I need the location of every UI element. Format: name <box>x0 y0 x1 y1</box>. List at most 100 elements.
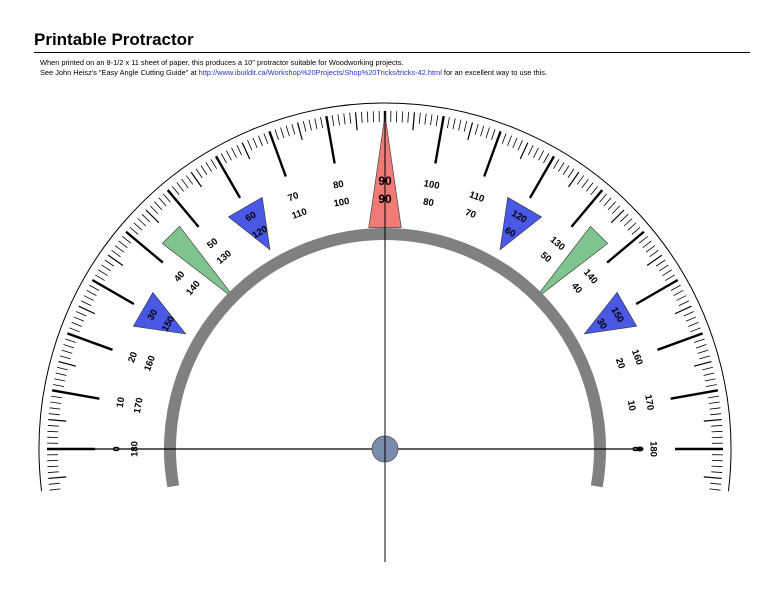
minor-tick <box>543 153 550 164</box>
minor-tick <box>711 471 723 473</box>
minor-tick <box>533 147 539 158</box>
minor-tick <box>690 327 701 333</box>
minor-tick <box>58 360 77 367</box>
minor-tick <box>447 117 450 129</box>
minor-tick <box>48 476 67 480</box>
minor-tick <box>631 226 641 235</box>
minor-tick <box>171 186 180 196</box>
minor-tick <box>418 112 421 124</box>
minor-tick <box>491 129 496 140</box>
major-tick <box>570 189 604 228</box>
axes <box>47 117 644 562</box>
minor-tick <box>280 127 285 139</box>
minor-tick <box>59 355 71 360</box>
minor-tick <box>412 112 416 131</box>
minor-tick <box>331 115 335 127</box>
minor-tick <box>137 218 147 227</box>
inner-scale-label: 100 <box>333 196 351 210</box>
minor-tick <box>695 344 707 349</box>
minor-tick <box>231 147 237 158</box>
minor-tick <box>236 145 243 156</box>
minor-tick <box>603 197 612 207</box>
minor-tick <box>291 123 296 135</box>
minor-tick <box>149 205 159 215</box>
minor-tick <box>263 133 269 144</box>
minor-tick <box>711 465 723 468</box>
minor-tick <box>688 322 699 327</box>
minor-tick <box>678 300 689 307</box>
minor-tick <box>467 122 474 141</box>
outer-scale-label: 140 <box>581 267 600 286</box>
minor-tick <box>674 305 692 315</box>
minor-tick <box>485 127 490 139</box>
minor-tick <box>56 366 68 371</box>
major-tick <box>166 189 200 228</box>
minor-tick <box>176 182 184 192</box>
minor-tick <box>47 430 59 433</box>
minor-tick <box>89 284 100 291</box>
minor-tick <box>553 159 560 169</box>
minor-tick <box>285 125 290 137</box>
inner-scale-label: 70 <box>464 207 478 221</box>
inner-scale-label: 140 <box>184 279 203 298</box>
minor-tick <box>703 418 722 422</box>
minor-tick <box>101 264 111 272</box>
minor-tick <box>599 193 608 203</box>
minor-tick <box>407 111 409 123</box>
minor-tick <box>611 205 621 215</box>
major-tick <box>214 155 242 199</box>
minor-tick <box>104 259 115 267</box>
inner-scale-label: 40 <box>569 281 584 296</box>
minor-tick <box>49 488 61 491</box>
outer-scale-label: 130 <box>548 234 567 253</box>
outer-scale-label: 50 <box>205 236 220 251</box>
minor-tick <box>200 165 208 175</box>
minor-tick <box>241 142 251 160</box>
minor-tick <box>683 311 694 317</box>
minor-tick <box>220 153 227 164</box>
minor-tick <box>702 366 714 371</box>
minor-tick <box>610 209 625 224</box>
minor-tick <box>337 114 340 126</box>
outer-scale-label: 10 <box>115 396 128 408</box>
minor-tick <box>247 140 253 151</box>
outer-scale-label: 70 <box>286 190 300 204</box>
inner-scale-label: 160 <box>142 354 158 373</box>
minor-tick <box>114 245 125 253</box>
major-tick <box>606 230 645 264</box>
minor-tick <box>567 168 575 179</box>
inner-scale-label: 10 <box>625 399 638 411</box>
minor-tick <box>673 289 684 296</box>
minor-tick <box>195 168 203 179</box>
minor-tick <box>98 269 108 277</box>
minor-tick <box>480 125 485 137</box>
minor-tick <box>53 384 65 387</box>
minor-tick <box>607 201 616 211</box>
minor-tick <box>685 316 697 322</box>
minor-tick <box>51 395 63 399</box>
inner-scale-label: 170 <box>132 397 146 415</box>
minor-tick <box>703 476 722 480</box>
minor-tick <box>694 338 705 343</box>
minor-tick <box>122 235 132 244</box>
minor-tick <box>47 471 59 473</box>
minor-tick <box>697 349 709 354</box>
minor-tick <box>645 245 656 253</box>
minor-tick <box>458 119 462 131</box>
minor-tick <box>703 372 715 376</box>
inner-scale-label: 80 <box>422 196 434 209</box>
minor-tick <box>95 274 105 281</box>
minor-tick <box>710 413 722 416</box>
minor-tick <box>705 384 717 387</box>
minor-tick <box>48 418 67 422</box>
inner-scale-label: 50 <box>538 250 553 265</box>
minor-tick <box>538 150 545 161</box>
major-tick <box>635 278 679 306</box>
minor-tick <box>665 274 675 281</box>
minor-tick <box>83 295 94 301</box>
outer-scale-label: 40 <box>172 269 187 284</box>
minor-tick <box>586 182 594 192</box>
minor-tick <box>512 137 518 149</box>
major-tick <box>528 155 556 199</box>
minor-tick <box>61 349 73 354</box>
